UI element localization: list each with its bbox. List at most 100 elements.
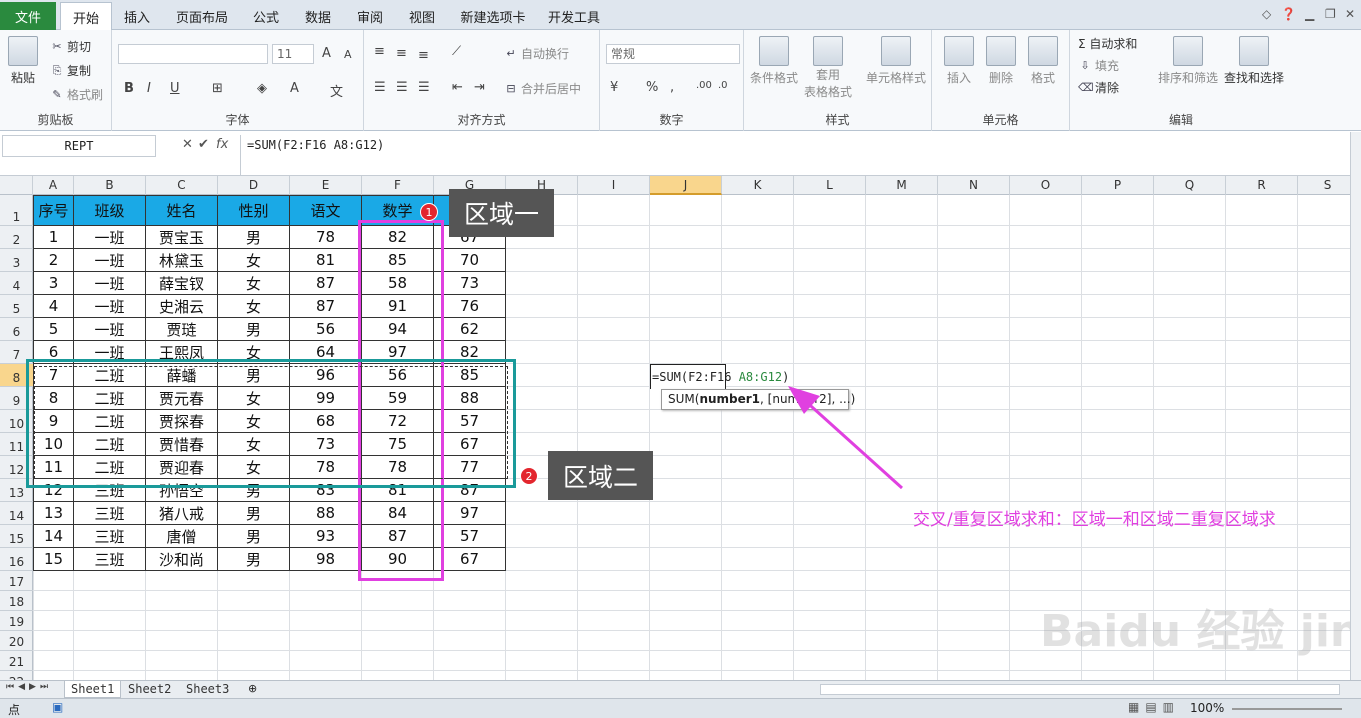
format-painter-button[interactable]: ✎ 格式刷 [50,86,103,103]
table-cell[interactable]: 5 [33,318,74,341]
phonetic-icon[interactable]: 文 [330,81,343,100]
align-top-icon[interactable]: ≡ [374,44,385,59]
table-cell[interactable]: 二班 [74,456,146,479]
table-cell[interactable]: 三班 [74,502,146,525]
tab-data[interactable]: 数据 [298,2,338,30]
table-cell[interactable]: 59 [362,387,434,410]
table-cell[interactable]: 三班 [74,525,146,548]
table-cell[interactable]: 3 [33,272,74,295]
row-header-18[interactable]: 18 [0,591,33,611]
table-cell[interactable]: 二班 [74,433,146,456]
column-header-a[interactable]: A [33,176,74,195]
align-bottom-icon[interactable]: ≡ [418,48,429,63]
row-header-8[interactable]: 8 [0,364,33,387]
shrink-font-icon[interactable]: A [344,48,352,61]
table-cell[interactable]: 73 [434,272,506,295]
align-right-icon[interactable]: ☰ [418,80,430,95]
zoom-level[interactable]: 100% [1190,701,1224,715]
tab-page-layout[interactable]: 页面布局 [170,2,234,30]
row-header-1[interactable]: 1 [0,195,33,226]
vertical-scrollbar[interactable] [1350,132,1361,680]
table-cell[interactable]: 98 [290,548,362,571]
tab-review[interactable]: 审阅 [350,2,390,30]
table-cell[interactable]: 67 [434,548,506,571]
row-header-20[interactable]: 20 [0,631,33,651]
table-header-cell[interactable]: 序号 [33,195,74,226]
table-cell[interactable]: 88 [434,387,506,410]
table-cell[interactable]: 62 [434,318,506,341]
number-format-combo[interactable]: 常规 [606,44,740,64]
column-header-p[interactable]: P [1082,176,1154,195]
column-header-i[interactable]: I [578,176,650,195]
indent-increase-icon[interactable]: ⇥ [474,80,485,95]
formula-input[interactable]: =SUM(F2:F16 A8:G12) [240,135,1350,175]
table-cell[interactable]: 6 [33,341,74,364]
underline-button[interactable]: U [170,81,180,96]
table-cell[interactable]: 薛蟠 [146,364,218,387]
table-cell[interactable]: 68 [290,410,362,433]
table-cell[interactable]: 87 [290,272,362,295]
table-cell[interactable]: 56 [362,364,434,387]
table-cell[interactable]: 一班 [74,341,146,364]
column-header-o[interactable]: O [1010,176,1082,195]
restore-icon[interactable]: ❐ [1325,7,1336,21]
row-header-15[interactable]: 15 [0,525,33,548]
table-cell[interactable]: 84 [362,502,434,525]
table-cell[interactable]: 99 [290,387,362,410]
table-cell[interactable]: 男 [218,364,290,387]
table-cell[interactable]: 87 [290,295,362,318]
table-cell[interactable]: 93 [290,525,362,548]
orientation-icon[interactable]: ⟋ [452,44,461,59]
table-cell[interactable]: 82 [434,341,506,364]
insert-cells-button[interactable]: 插入 [944,36,974,86]
sheet-nav-icon[interactable]: ⏮◀▶⏭ [6,682,52,692]
table-cell[interactable]: 67 [434,433,506,456]
table-cell[interactable]: 男 [218,318,290,341]
row-header-10[interactable]: 10 [0,410,33,433]
tab-developer[interactable]: 开发工具 [542,2,606,30]
table-cell[interactable]: 1 [33,226,74,249]
table-cell[interactable]: 女 [218,272,290,295]
tab-home[interactable]: 开始 [60,2,112,31]
column-header-m[interactable]: M [866,176,938,195]
format-cells-button[interactable]: 格式 [1028,36,1058,86]
column-header-l[interactable]: L [794,176,866,195]
table-cell[interactable]: 男 [218,525,290,548]
table-cell[interactable]: 91 [362,295,434,318]
paste-button[interactable]: 粘贴 [8,36,38,86]
table-cell[interactable]: 87 [434,479,506,502]
column-header-e[interactable]: E [290,176,362,195]
table-cell[interactable]: 56 [290,318,362,341]
table-cell[interactable]: 81 [362,479,434,502]
table-cell[interactable]: 57 [434,410,506,433]
column-header-c[interactable]: C [146,176,218,195]
table-cell[interactable]: 78 [290,456,362,479]
table-cell[interactable]: 女 [218,341,290,364]
table-header-cell[interactable]: 语文 [290,195,362,226]
table-cell[interactable]: 97 [434,502,506,525]
table-cell[interactable]: 女 [218,433,290,456]
insert-function-button[interactable]: fx [216,137,228,152]
table-cell[interactable]: 男 [218,226,290,249]
bold-button[interactable]: B [124,81,134,96]
row-header-16[interactable]: 16 [0,548,33,571]
table-cell[interactable]: 57 [434,525,506,548]
collapse-ribbon-icon[interactable]: ◇ [1262,7,1271,21]
cut-button[interactable]: ✂ 剪切 [50,38,91,55]
table-cell[interactable]: 96 [290,364,362,387]
row-header-5[interactable]: 5 [0,295,33,318]
table-cell[interactable]: 58 [362,272,434,295]
row-header-13[interactable]: 13 [0,479,33,502]
table-cell[interactable]: 薛宝钗 [146,272,218,295]
font-color-icon[interactable]: A [290,81,299,96]
table-cell[interactable]: 史湘云 [146,295,218,318]
comma-icon[interactable]: , [670,80,674,95]
table-cell[interactable]: 14 [33,525,74,548]
table-cell[interactable]: 二班 [74,387,146,410]
table-cell[interactable]: 83 [290,479,362,502]
table-cell[interactable]: 女 [218,410,290,433]
autosum-button[interactable]: Σ 自动求和 [1078,35,1137,52]
column-header-j[interactable]: J [650,176,722,195]
table-cell[interactable]: 76 [434,295,506,318]
tab-insert[interactable]: 插入 [116,2,158,30]
